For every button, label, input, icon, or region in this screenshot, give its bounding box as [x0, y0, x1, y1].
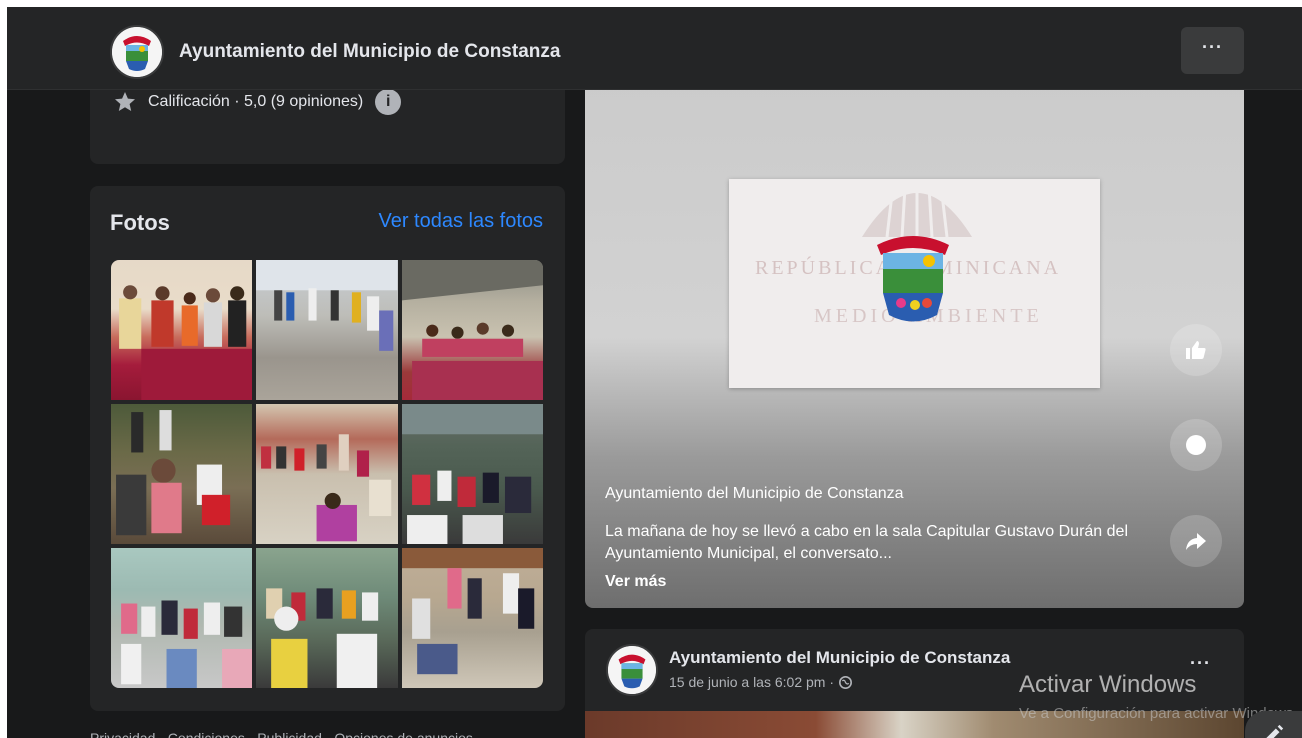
footer-links[interactable]: Privacidad · Condiciones · Publicidad · …	[90, 730, 473, 738]
photo-thumbnail-3[interactable]	[401, 260, 543, 400]
video-author[interactable]: Ayuntamiento del Municipio de Constanza	[605, 485, 904, 503]
share-button[interactable]	[1170, 515, 1222, 567]
photo-thumbnail-4[interactable]	[111, 404, 253, 544]
photo-thumbnail-7[interactable]	[111, 548, 253, 688]
comment-icon	[1186, 435, 1206, 455]
video-caption: La mañana de hoy se llevó a cabo en la s…	[605, 523, 1128, 562]
dome-watermark-icon	[862, 184, 972, 238]
post-author[interactable]: Ayuntamiento del Municipio de Constanza	[669, 648, 1010, 668]
new-message-button[interactable]	[1245, 711, 1302, 738]
photo-thumbnail-1[interactable]	[111, 260, 253, 400]
more-options-button[interactable]: ···	[1181, 27, 1244, 74]
edit-icon	[1266, 724, 1284, 738]
municipal-crest-icon	[112, 27, 162, 77]
video-frame[interactable]: REPÚBLICA DOMINICANA MEDIO AMBIENTE	[729, 179, 1100, 388]
photo-thumbnail-9[interactable]	[401, 548, 543, 688]
see-more-link[interactable]: Ver más	[605, 573, 666, 591]
see-all-photos-link[interactable]: Ver todas las fotos	[378, 210, 543, 233]
video-post-card[interactable]: REPÚBLICA DOMINICANA MEDIO AMBIENTE Ayun…	[585, 7, 1244, 608]
photo-thumbnail-8[interactable]	[256, 548, 398, 688]
comment-button[interactable]	[1170, 419, 1222, 471]
photo-grid	[111, 260, 543, 688]
star-icon	[115, 92, 135, 111]
post-timestamp[interactable]: 15 de junio a las 6:02 pm ·	[669, 674, 834, 690]
facebook-page-screen: Ayuntamiento del Municipio de Constanza …	[7, 7, 1302, 738]
page-header-bar: Ayuntamiento del Municipio de Constanza …	[7, 7, 1302, 90]
info-icon[interactable]: i	[375, 89, 402, 115]
post-meta: 15 de junio a las 6:02 pm ·	[669, 674, 852, 690]
page-avatar[interactable]	[110, 25, 164, 79]
photo-thumbnail-2[interactable]	[256, 260, 398, 400]
rating-text: Calificación · 5,0 (9 opiniones)	[148, 93, 364, 110]
page-title[interactable]: Ayuntamiento del Municipio de Constanza	[179, 41, 560, 63]
municipal-crest-icon	[608, 646, 656, 694]
windows-activation-title: Activar Windows	[1019, 671, 1197, 698]
photo-thumbnail-5[interactable]	[256, 404, 398, 544]
photos-title: Fotos	[110, 210, 170, 235]
like-icon	[1186, 341, 1206, 359]
photo-thumbnail-6[interactable]	[401, 404, 543, 544]
municipal-crest-icon	[877, 236, 949, 322]
globe-icon	[839, 675, 852, 689]
photos-card: Fotos Ver todas las fotos	[90, 186, 565, 711]
share-icon	[1186, 533, 1206, 550]
post-avatar[interactable]	[606, 644, 658, 696]
rating-row: Calificación · 5,0 (9 opiniones) i	[112, 89, 402, 115]
like-button[interactable]	[1170, 324, 1222, 376]
